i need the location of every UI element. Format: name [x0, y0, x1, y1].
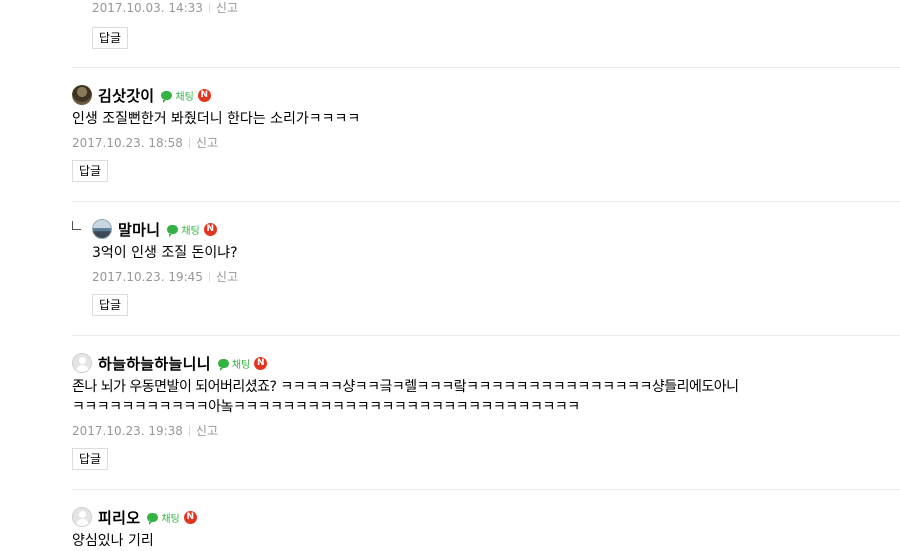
chat-label: 채팅: [161, 513, 180, 525]
naver-badge-icon: N: [197, 88, 211, 102]
comment-meta: 2017.10.03. 14:33 신고: [92, 0, 900, 16]
chat-bubble-icon: [161, 90, 173, 103]
chat-button[interactable]: 채팅: [167, 222, 200, 237]
comment-meta: 2017.10.23. 19:45 신고: [92, 268, 900, 285]
meta-separator: [188, 137, 190, 148]
comment-item: 김삿갓이 채팅 N 인생 조질뻔한거 봐줬더니 한다는 소리가ㅋㅋㅋㅋ 2017…: [72, 83, 900, 182]
chat-bubble-icon: [167, 224, 179, 237]
report-link[interactable]: 신고: [216, 268, 238, 285]
report-link[interactable]: 신고: [196, 422, 218, 439]
comment-date: 2017.10.23. 19:45: [92, 269, 203, 284]
reply-button[interactable]: 답글: [92, 294, 129, 316]
naver-badge-icon: N: [203, 222, 217, 236]
reply-indent-icon: [72, 221, 81, 230]
default-avatar-icon[interactable]: [72, 353, 92, 373]
chat-bubble-icon: [147, 512, 159, 525]
reply-button[interactable]: 답글: [92, 27, 129, 49]
reply-button[interactable]: 답글: [72, 160, 109, 182]
chat-label: 채팅: [231, 359, 251, 371]
comment-item: 2017.10.03. 14:33 신고 답글: [92, 0, 900, 49]
comment-meta: 2017.10.23. 19:38 신고: [72, 422, 900, 439]
comment-text-line: ㅋㅋㅋㅋㅋㅋㅋㅋㅋㅋㅋ아놐ㅋㅋㅋㅋㅋㅋㅋㅋㅋㅋㅋㅋㅋㅋㅋㅋㅋㅋㅋㅋㅋㅋㅋㅋㅋㅋㅋ…: [72, 399, 580, 415]
meta-separator: [208, 2, 210, 13]
chat-label: 채팅: [175, 91, 194, 103]
comment-text: 양심있나 기리: [72, 533, 154, 549]
comment-text-line: 존나 뇌가 우동면발이 되어버리셨죠? ㅋㅋㅋㅋㅋ샹ㅋㅋ긐ㅋ렐ㅋㅋㅋ랔ㅋㅋㅋㅋㅋ…: [72, 379, 739, 395]
meta-separator: [208, 271, 210, 282]
reply-button[interactable]: 답글: [72, 448, 109, 470]
comment-nickname[interactable]: 말마니: [118, 219, 160, 240]
chat-bubble-icon: [217, 358, 229, 371]
comment-meta: 2017.10.23. 18:58 신고: [72, 134, 900, 151]
meta-separator: [188, 425, 190, 436]
avatar[interactable]: [92, 219, 112, 239]
comment-text: 인생 조질뻔한거 봐줬더니 한다는 소리가ㅋㅋㅋㅋ: [72, 111, 361, 127]
comment-item: 피리오 채팅 N 양심있나 기리: [72, 505, 900, 551]
comment-divider: [72, 67, 900, 68]
chat-label: 채팅: [181, 225, 200, 237]
comment-date: 2017.10.03. 14:33: [92, 0, 203, 15]
comment-divider: [72, 489, 900, 490]
naver-badge-icon: N: [254, 356, 268, 370]
comment-nickname[interactable]: 하늘하늘하늘니니: [98, 353, 211, 374]
comment-date: 2017.10.23. 19:38: [72, 423, 183, 438]
comment-divider: [72, 335, 900, 336]
chat-button[interactable]: 채팅: [217, 356, 251, 371]
comment-divider: [72, 201, 900, 202]
report-link[interactable]: 신고: [196, 134, 218, 151]
comment-text: 3억이 인생 조질 돈이냐?: [92, 245, 238, 261]
chat-button[interactable]: 채팅: [147, 510, 180, 525]
comment-nickname[interactable]: 김삿갓이: [98, 85, 154, 106]
chat-button[interactable]: 채팅: [161, 88, 194, 103]
reply-comment-item: 말마니 채팅 N 3억이 인생 조질 돈이냐? 2017.10.23. 19:4…: [92, 217, 900, 316]
default-avatar-icon[interactable]: [72, 507, 92, 527]
comment-nickname[interactable]: 피리오: [98, 507, 140, 528]
avatar[interactable]: [72, 85, 92, 105]
report-link[interactable]: 신고: [216, 0, 238, 16]
comment-item: 하늘하늘하늘니니 채팅 N 존나 뇌가 우동면발이 되어버리셨죠? ㅋㅋㅋㅋㅋ샹…: [72, 351, 900, 470]
naver-badge-icon: N: [183, 510, 197, 524]
comment-date: 2017.10.23. 18:58: [72, 135, 183, 150]
